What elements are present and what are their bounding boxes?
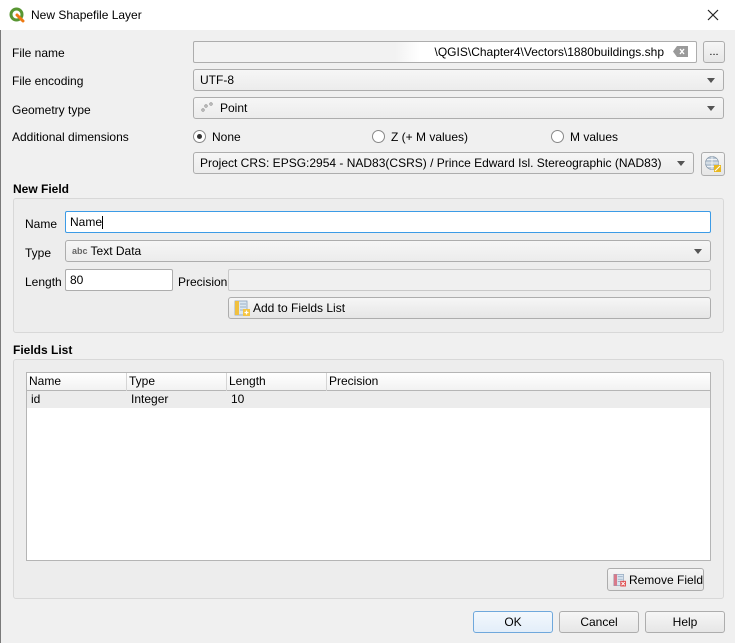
column-header-name[interactable]: Name (27, 373, 127, 391)
file-name-input[interactable]: \QGIS\Chapter4\Vectors\1880buildings.shp (193, 41, 697, 63)
clear-text-icon[interactable] (673, 46, 688, 57)
help-button[interactable]: Help (645, 611, 725, 633)
file-encoding-label: File encoding (12, 74, 84, 88)
field-precision-label: Precision (178, 275, 228, 289)
chevron-down-icon (694, 249, 702, 254)
crs-value: Project CRS: EPSG:2954 - NAD83(CSRS) / P… (200, 156, 662, 170)
chevron-down-icon (677, 161, 685, 166)
close-icon (707, 9, 719, 21)
text-cursor (102, 215, 104, 229)
cell-length: 10 (231, 392, 245, 406)
cell-name: id (31, 392, 41, 406)
field-name-label: Name (25, 217, 58, 231)
cancel-button[interactable]: Cancel (559, 611, 639, 633)
column-header-length[interactable]: Length (227, 373, 327, 391)
field-length-input[interactable]: 80 (65, 269, 173, 291)
remove-field-icon (613, 573, 626, 586)
field-type-label: Type (25, 246, 52, 260)
add-to-fields-list-button[interactable]: Add to Fields List (228, 297, 711, 319)
add-to-fields-list-label: Add to Fields List (253, 301, 346, 315)
field-type-select[interactable]: abc Text Data (65, 240, 711, 262)
chevron-down-icon (707, 78, 715, 83)
geometry-type-label: Geometry type (12, 103, 91, 117)
table-row[interactable]: id Integer 10 (27, 391, 710, 408)
remove-field-label: Remove Field (628, 572, 703, 587)
geometry-type-value: Point (220, 101, 248, 115)
cell-precision (327, 391, 710, 408)
dimension-z-label[interactable]: Z (+ M values) (391, 130, 468, 144)
text-data-icon: abc (72, 246, 88, 256)
remove-field-button[interactable]: Remove Field (607, 568, 704, 591)
dimension-none-label[interactable]: None (212, 130, 241, 144)
fields-list-heading: Fields List (13, 343, 73, 357)
qgis-logo-icon (9, 7, 25, 23)
column-header-type[interactable]: Type (127, 373, 227, 391)
file-name-value: \QGIS\Chapter4\Vectors\1880buildings.shp (434, 45, 664, 59)
fields-table-header: Name Type Length Precision (27, 373, 710, 391)
field-length-value: 80 (70, 273, 84, 287)
cell-type: Integer (131, 392, 169, 406)
field-name-value: Name (70, 215, 103, 229)
chevron-down-icon (707, 106, 715, 111)
field-name-input[interactable]: Name (65, 211, 711, 233)
select-crs-button[interactable] (701, 152, 725, 176)
additional-dimensions-label: Additional dimensions (12, 130, 129, 144)
title-bar: New Shapefile Layer (0, 0, 735, 30)
dimension-none-radio[interactable] (193, 130, 206, 143)
point-geometry-icon (201, 102, 213, 112)
dimension-m-radio[interactable] (551, 130, 564, 143)
field-precision-input[interactable] (228, 269, 711, 291)
globe-crs-icon (705, 156, 721, 172)
column-header-precision[interactable]: Precision (327, 373, 710, 391)
add-field-icon (234, 300, 250, 316)
crs-select[interactable]: Project CRS: EPSG:2954 - NAD83(CSRS) / P… (193, 152, 694, 174)
field-type-value: Text Data (90, 244, 142, 258)
dimension-z-radio[interactable] (372, 130, 385, 143)
field-length-label: Length (25, 275, 62, 289)
fields-table[interactable]: Name Type Length Precision id Integer 10 (26, 372, 711, 561)
new-field-heading: New Field (13, 182, 70, 196)
geometry-type-select[interactable]: Point (193, 97, 724, 119)
ok-button[interactable]: OK (473, 611, 553, 633)
file-encoding-value: UTF-8 (200, 73, 234, 87)
browse-button[interactable]: ... (703, 41, 725, 63)
window-title: New Shapefile Layer (31, 8, 142, 22)
close-button[interactable] (691, 0, 735, 30)
dimension-m-label[interactable]: M values (570, 130, 618, 144)
window-edge (0, 30, 1, 643)
file-encoding-select[interactable]: UTF-8 (193, 69, 724, 91)
file-name-label: File name (12, 46, 65, 60)
